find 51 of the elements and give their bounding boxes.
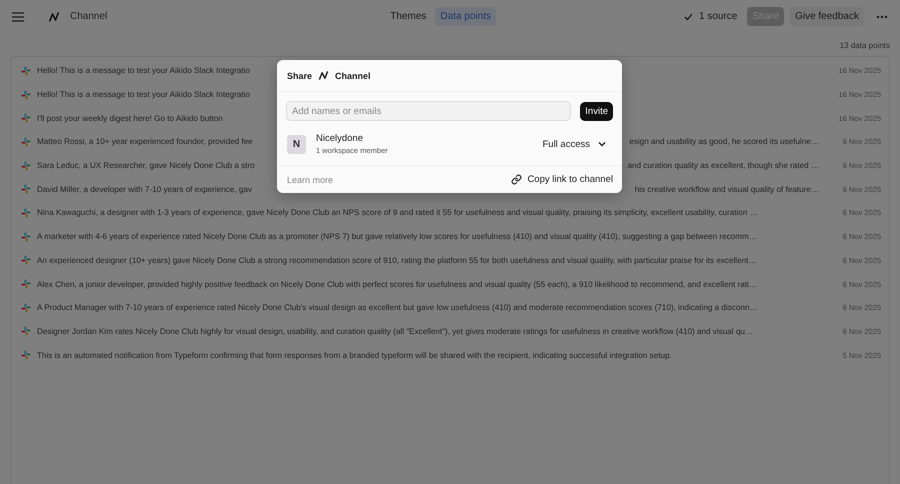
data-point-count: 13 data points — [840, 41, 890, 50]
data-point-text[interactable]: Matteo Rossi, a 10+ year experienced founder, provided fee — [37, 137, 253, 146]
data-point-text[interactable]: esign and usability as good, he scored its usefulne… — [629, 137, 819, 146]
data-point-text[interactable]: his creative workflow and visual quality of feature… — [634, 184, 819, 194]
menu-icon[interactable] — [12, 12, 24, 22]
data-point-text[interactable]: A marketer with 4-6 years of experience rated Nicely Done Club as a promoter (NPS 7) but gave relatively low scores for usefulness (410) and visual quality (410), suggesting a gap between recomm… — [37, 232, 757, 242]
tab[interactable]: Themes — [385, 7, 432, 26]
access-dropdown[interactable]: Full access — [536, 136, 612, 152]
slack-icon — [21, 113, 31, 124]
data-point-text[interactable]: Nina Kawaguchi, a designer with 1-3 years of experience, gave Nicely Done Club an NPS score of 9 and rated it 55 for usefulness and visual quality, praising its simplicity, excellent usability, curation … — [37, 208, 758, 218]
page-title: Channel — [70, 11, 108, 22]
data-point-text[interactable]: I'll post your weekly digest here! Go to Aikido button — [37, 114, 223, 123]
trend-icon — [48, 10, 60, 22]
data-point-text[interactable]: Designer Jordan Kim rates Nicely Done Club highly for visual design, usability, and curation quality (all "Excellent"), yet gives moderate ratings for usefulness in creative workflow (410) and visual qu… — [37, 326, 753, 336]
workspace-name: Nicelydone — [316, 133, 364, 144]
data-point-text[interactable]: Sara Leduc, a UX Researcher, gave Nicely Done Club a stro — [37, 161, 255, 170]
slack-icon — [21, 90, 31, 100]
slack-icon — [21, 326, 31, 336]
more-icon[interactable] — [876, 14, 888, 18]
tab[interactable]: Data points — [435, 7, 496, 26]
slack-icon — [21, 350, 31, 360]
learn-more-link[interactable]: Learn more — [287, 174, 334, 184]
data-point-text[interactable]: This is an automated notification from Typeform confirming that form responses from a branded typeform will be shared with the recipient, indicating successful integration setup. — [37, 350, 672, 360]
data-point-text[interactable]: David Miller, a developer with 7-10 years of experience, gav — [37, 184, 252, 194]
source-count: 1 source — [699, 11, 738, 22]
copy-link-button[interactable]: Copy link to channel — [511, 174, 613, 185]
chevron-down-icon — [598, 141, 606, 147]
slack-icon — [21, 279, 31, 290]
slack-icon — [21, 232, 31, 242]
data-point-text[interactable]: Alex Chen, a junior developer, provided highly positive feedback on Nicely Done Club with perfect scores for usefulness and visual quality (55 each), a 910 likelihood to recommend, and excellent rati… — [37, 280, 757, 289]
data-point-text[interactable]: Hello! This is a message to test your Aikido Slack Integratio — [37, 90, 250, 100]
invite-button[interactable]: Invite — [580, 102, 613, 120]
trend-icon — [318, 70, 330, 81]
slack-icon — [21, 208, 31, 218]
data-point-text[interactable]: A Product Manager with 7-10 years of experience rated Nicely Done Club's visual design as excellent but gave low usefulness (410) and moderate recommendation scores (710), indicating a disconn… — [37, 303, 758, 312]
invite-field[interactable]: Add names or emails — [286, 101, 572, 121]
data-point-text[interactable]: Hello! This is a message to test your Aikido Slack Integratio — [37, 66, 250, 76]
data-point-text[interactable]: and curation quality as excellent, though she rated … — [627, 161, 819, 170]
data-point-text[interactable]: An experienced designer (10+ years) gave Nicely Done Club a strong recommendation score of 910, rating the platform 55 for both usefulness and visual quality, with particular praise for its excellent… — [37, 256, 757, 265]
feedback-button[interactable]: Give feedback — [790, 7, 864, 26]
dialog-title: Share — [287, 70, 312, 80]
slack-icon — [21, 66, 31, 76]
slack-icon — [21, 302, 31, 313]
slack-icon — [21, 255, 31, 266]
workspace-avatar: N — [287, 134, 306, 154]
slack-icon — [21, 136, 31, 147]
channel-name: Channel — [335, 70, 371, 80]
slack-icon — [21, 160, 31, 171]
check-icon — [684, 12, 694, 20]
slack-icon — [21, 184, 31, 194]
link-icon — [511, 174, 522, 185]
